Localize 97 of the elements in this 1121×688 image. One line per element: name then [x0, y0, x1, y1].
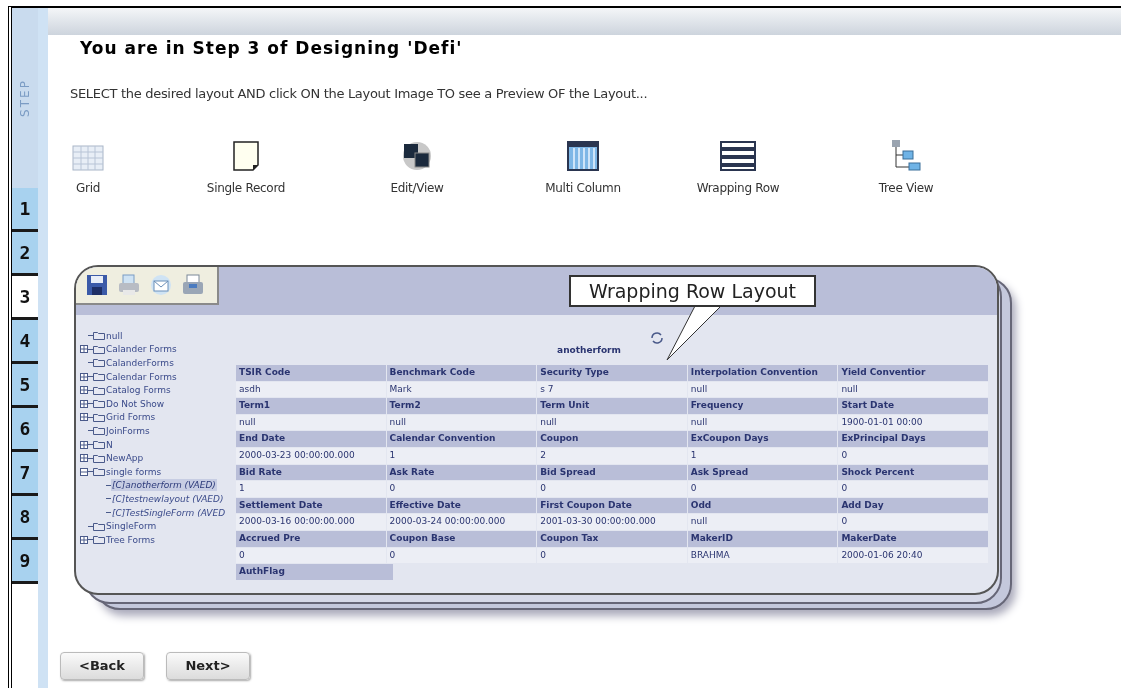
tree-folder-label[interactable]: Do Not Show	[105, 397, 166, 410]
step-label: STEP	[17, 79, 33, 117]
step-tab[interactable]: 1	[12, 188, 38, 232]
tree-folder-label[interactable]: N	[105, 438, 114, 451]
field-value: 2000-03-23 00:00:00.000	[236, 447, 386, 464]
field-label: Shock Percent	[838, 464, 988, 481]
field-label: Effective Date	[386, 497, 537, 514]
field-label: AuthFlag	[236, 564, 393, 580]
tree-folder-label[interactable]: NewApp	[105, 452, 145, 465]
field-label: ExCoupon Days	[687, 431, 838, 447]
field-label: Accrued Pre	[236, 530, 386, 547]
field-value: asdh	[236, 381, 386, 398]
layout-option-label[interactable]: Edit/View	[390, 179, 444, 197]
tree-form-item[interactable]: [C]TestSingleForm (AVED	[111, 506, 227, 519]
field-label: Ask Spread	[687, 464, 838, 481]
field-label: Coupon Tax	[537, 530, 687, 547]
tree-folder-label[interactable]: Tree Forms	[105, 533, 156, 546]
tree-folder-label[interactable]: SingleForm	[105, 520, 158, 533]
field-label: Term2	[386, 398, 537, 414]
field-label: ExPrincipal Days	[838, 431, 988, 447]
field-value: 0	[537, 547, 687, 564]
tree-folder-label[interactable]: null	[105, 329, 124, 342]
tree-folder-label[interactable]: Calendar Forms	[105, 370, 178, 383]
field-value: 1	[236, 481, 386, 497]
field-label: Settlement Date	[236, 497, 386, 514]
field-label: Benchmark Code	[386, 365, 537, 381]
field-label: Ask Rate	[386, 464, 537, 481]
tree-folder-label[interactable]: CalanderForms	[105, 357, 175, 369]
field-value: 2001-03-30 00:00:00.000	[537, 514, 687, 530]
field-value: 2000-03-16 00:00:00.000	[236, 514, 386, 530]
field-label: Term1	[236, 398, 386, 414]
field-value: 0	[838, 481, 988, 497]
field-label: First Coupon Date	[537, 497, 687, 514]
field-value: 0	[386, 547, 537, 564]
field-value: 0	[838, 447, 988, 464]
field-value: 0	[236, 547, 386, 564]
field-value: 0	[687, 481, 838, 497]
layout-option-label[interactable]: Multi Column	[545, 179, 621, 197]
field-value: null	[537, 414, 687, 431]
tree-form-item[interactable]: [C]testnewlayout (VAED)	[111, 492, 225, 505]
field-label: Odd	[687, 497, 838, 514]
field-label: Start Date	[838, 398, 988, 414]
tree-folder-label[interactable]: single forms	[105, 465, 163, 478]
field-value: null	[687, 414, 838, 431]
field-value: Mark	[386, 381, 537, 398]
field-label: Coupon	[537, 431, 687, 447]
tree-form-item[interactable]: [C]anotherform (VAED)	[111, 479, 217, 492]
field-value: 2000-03-24 00:00:00.000	[386, 514, 537, 530]
step-tab[interactable]: 7	[12, 452, 38, 496]
field-value: null	[236, 414, 386, 431]
tree-folder-label[interactable]: JoinForms	[105, 424, 151, 437]
field-value: BRAHMA	[687, 547, 838, 564]
field-label: End Date	[236, 431, 386, 447]
field-value: null	[386, 414, 537, 431]
back-button[interactable]: <Back	[60, 652, 144, 680]
tree-folder-label[interactable]: Calander Forms	[105, 343, 178, 356]
step-tab[interactable]: 4	[12, 320, 38, 364]
step-tab[interactable]: 8	[12, 496, 38, 540]
field-value: 2000-01-06 20:40	[838, 547, 988, 564]
field-value: 0	[537, 481, 687, 497]
step-tab[interactable]: 6	[12, 408, 38, 452]
tree-folder-label[interactable]: Catalog Forms	[105, 384, 172, 397]
field-value: 1	[386, 447, 537, 464]
field-label: MakerDate	[838, 530, 988, 547]
field-label: Frequency	[687, 398, 838, 414]
field-value: s 7	[537, 381, 687, 398]
field-value: 1	[687, 447, 838, 464]
field-label: Security Type	[537, 365, 687, 381]
field-label: Bid Rate	[236, 464, 386, 481]
field-value: 2	[537, 447, 687, 464]
field-value: null	[687, 381, 838, 398]
page-title: You are in Step 3 of Designing 'Defi'	[80, 37, 464, 60]
layout-option-label[interactable]: Single Record	[206, 179, 286, 197]
layout-option-label[interactable]: Grid	[76, 179, 100, 197]
step-tab[interactable]: 9	[12, 540, 38, 584]
field-label: Add Day	[838, 497, 988, 514]
step-tab[interactable]: 2	[12, 232, 38, 276]
field-label: Calendar Convention	[386, 431, 537, 447]
field-value: 1900-01-01 00:00	[838, 414, 988, 431]
layout-option-label[interactable]: Wrapping Row	[696, 179, 780, 197]
field-value: null	[687, 514, 838, 530]
field-value: 0	[386, 481, 537, 497]
field-label: Coupon Base	[386, 530, 537, 547]
step-tab[interactable]: 5	[12, 364, 38, 408]
field-value: 0	[838, 514, 988, 530]
field-label: Bid Spread	[537, 464, 687, 481]
field-label: MakerID	[687, 530, 838, 547]
layout-option-label[interactable]: Tree View	[878, 179, 934, 197]
tree-folder-label[interactable]: Grid Forms	[105, 411, 157, 424]
form-title: anotherform	[557, 344, 621, 358]
instruction-text: SELECT the desired layout AND click ON the Layout Image TO see a Preview OF the Layout...	[70, 84, 649, 103]
field-value: null	[838, 381, 988, 398]
field-label: Interpolation Convention	[687, 365, 838, 381]
field-label: TSIR Code	[236, 365, 386, 381]
field-label: Yield Conventior	[838, 365, 988, 381]
next-button[interactable]: Next>	[166, 652, 250, 680]
field-label: Term Unit	[537, 398, 687, 414]
